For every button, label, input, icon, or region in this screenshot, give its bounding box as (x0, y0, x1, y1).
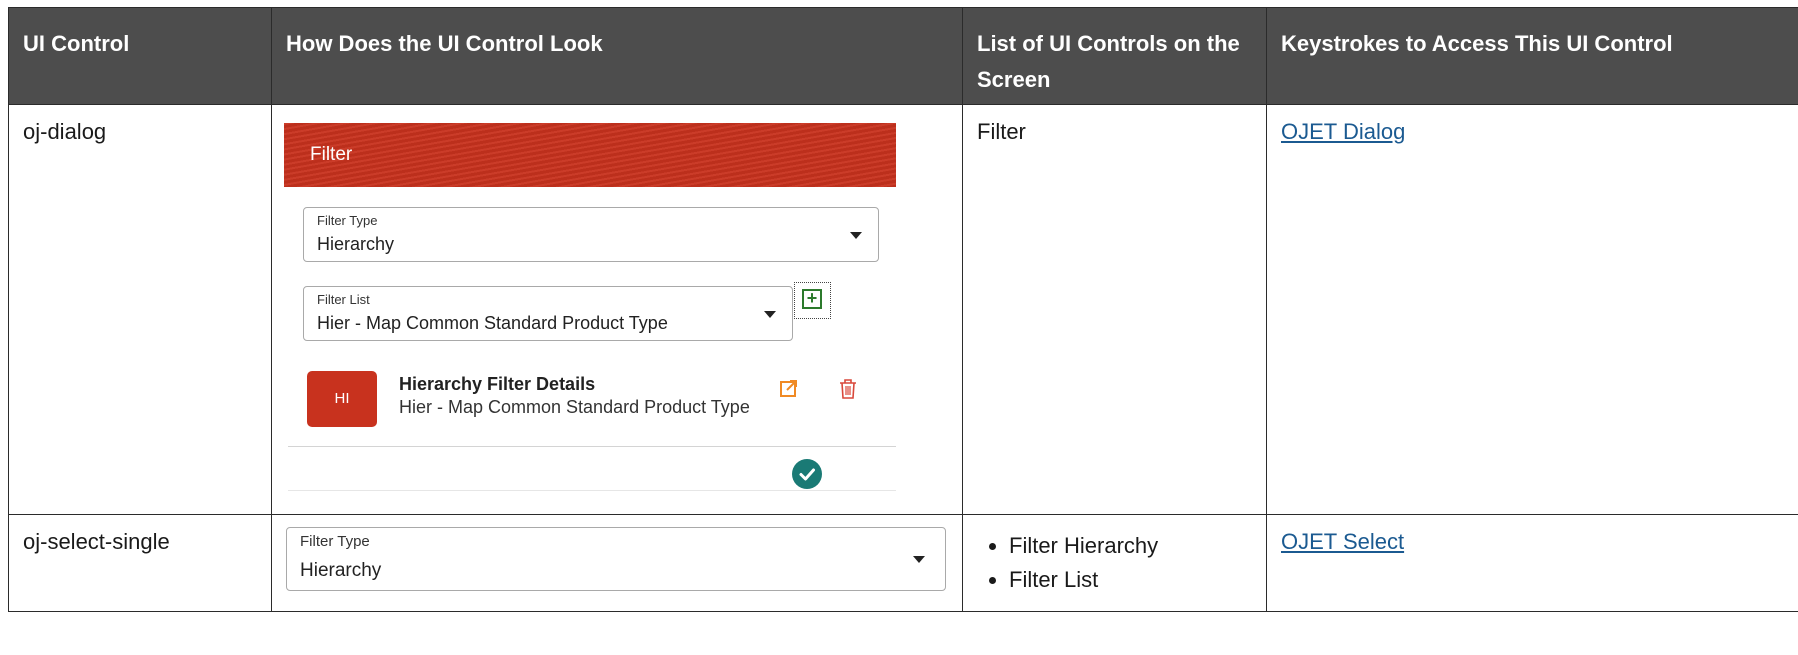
field-value: Hier - Map Common Standard Product Type (317, 313, 668, 333)
field-label: Filter List (317, 292, 370, 307)
trash-icon[interactable] (839, 378, 857, 406)
keystroke-cell: OJET Dialog (1266, 104, 1798, 515)
ojet-select-link[interactable]: OJET Select (1281, 529, 1404, 554)
add-icon: + (802, 289, 822, 309)
header-controls-list: List of UI Controls on the Screen (962, 7, 1267, 105)
list-item: Filter List (1009, 563, 1252, 597)
chevron-down-icon[interactable] (913, 556, 925, 563)
dialog-preview: Filter Filter Type Hierarchy Filter List… (284, 123, 896, 491)
field-value: Hierarchy (317, 234, 395, 254)
checkmark-icon[interactable] (792, 459, 822, 489)
field-value: Hierarchy (300, 560, 382, 581)
detail-subtitle: Hier - Map Common Standard Product Type (399, 397, 750, 417)
filter-type-select[interactable]: Filter Type Hierarchy (303, 207, 879, 262)
edit-external-icon[interactable] (779, 378, 799, 404)
header-keystrokes: Keystrokes to Access This UI Control (1266, 7, 1798, 105)
field-label: Filter Type (317, 213, 378, 228)
filter-type-select[interactable]: Filter Type Hierarchy (286, 527, 946, 591)
control-name-cell: oj-select-single (8, 514, 272, 612)
field-label: Filter Type (300, 533, 370, 550)
chevron-down-icon[interactable] (850, 232, 862, 239)
add-filter-button[interactable]: + (794, 282, 831, 319)
table-row: oj-dialog Filter Filter Type Hierarchy F… (8, 104, 1798, 515)
chevron-down-icon[interactable] (764, 311, 776, 318)
control-preview-cell: Filter Type Hierarchy (271, 514, 963, 612)
table-header-row: UI Control How Does the UI Control Look … (8, 7, 1798, 105)
control-name-cell: oj-dialog (8, 104, 272, 515)
table-row: oj-select-single Filter Type Hierarchy F… (8, 514, 1798, 612)
keystroke-cell: OJET Select (1266, 514, 1798, 612)
header-how-it-looks: How Does the UI Control Look (271, 7, 963, 105)
ojet-dialog-link[interactable]: OJET Dialog (1281, 119, 1405, 144)
ui-controls-table: UI Control How Does the UI Control Look … (8, 7, 1798, 612)
divider (288, 490, 896, 491)
list-item: Filter Hierarchy (1009, 529, 1252, 563)
control-preview-cell: Filter Filter Type Hierarchy Filter List… (271, 104, 963, 515)
controls-list-cell: Filter (962, 104, 1267, 515)
controls-list-item: Filter (977, 119, 1026, 144)
filter-list-select[interactable]: Filter List Hier - Map Common Standard P… (303, 286, 793, 341)
dialog-header: Filter (284, 123, 896, 187)
controls-list: Filter Hierarchy Filter List (977, 529, 1252, 597)
controls-list-cell: Filter Hierarchy Filter List (962, 514, 1267, 612)
avatar: HI (307, 371, 377, 427)
header-ui-control: UI Control (8, 7, 272, 105)
divider (288, 446, 896, 447)
select-single-preview: Filter Type Hierarchy (286, 527, 946, 591)
detail-title: Hierarchy Filter Details (399, 374, 596, 394)
